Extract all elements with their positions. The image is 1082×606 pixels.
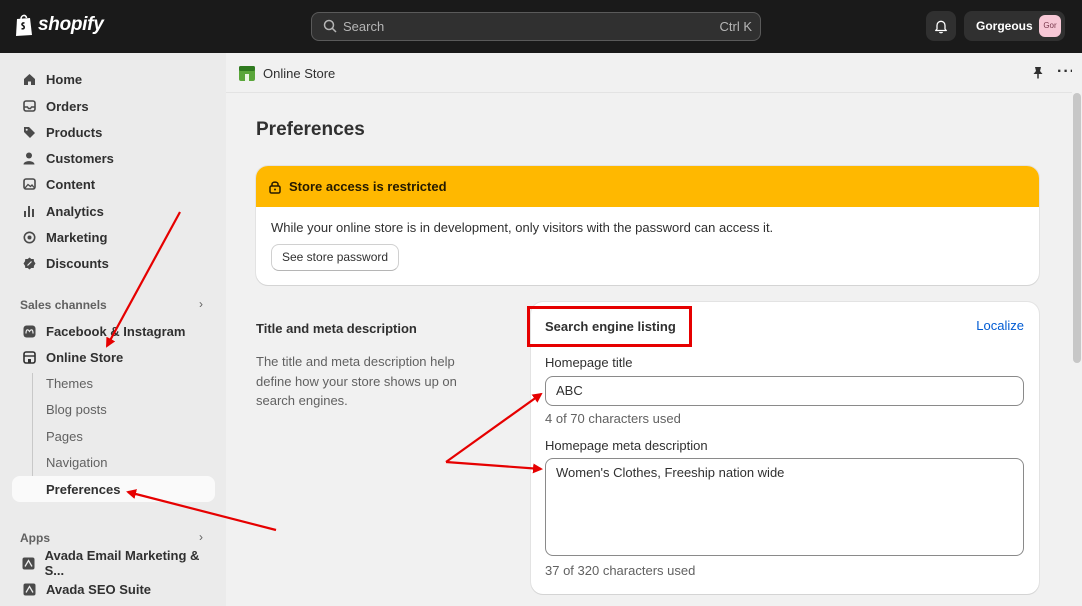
breadcrumb: Online Store ··· — [226, 53, 1075, 93]
section-description: The title and meta description help defi… — [256, 354, 457, 408]
avada-icon — [12, 557, 45, 570]
breadcrumb-label[interactable]: Online Store — [263, 66, 335, 81]
sales-channels-heading[interactable]: Sales channels — [20, 298, 107, 312]
sidebar-item-orders[interactable]: Orders — [12, 94, 215, 118]
sidebar-item-analytics[interactable]: Analytics — [12, 199, 215, 223]
chevron-right-icon[interactable]: › — [199, 297, 203, 311]
sidebar-item-avada-email[interactable]: Avada Email Marketing & S... — [12, 548, 215, 578]
sidebar-subitem-label: Preferences — [46, 481, 121, 497]
sidebar-item-marketing[interactable]: Marketing — [12, 225, 215, 249]
sidebar-item-customers[interactable]: Customers — [12, 146, 215, 170]
annotation-highlight-box — [527, 306, 692, 347]
sidebar-item-home[interactable]: Home — [12, 67, 215, 91]
sidebar-subitem-label: Navigation — [46, 454, 108, 470]
search-bar[interactable]: Search Ctrl K — [311, 12, 761, 41]
sidebar-subitem-themes[interactable]: Themes — [12, 371, 215, 395]
sidebar-subitem-preferences[interactable]: Preferences — [12, 476, 215, 502]
sidebar-item-label: Analytics — [46, 203, 104, 219]
apps-heading[interactable]: Apps — [20, 531, 50, 545]
sidebar-item-label: Discounts — [46, 255, 109, 271]
homepage-title-help: 4 of 70 characters used — [545, 411, 681, 426]
shopify-bag-icon — [16, 14, 32, 36]
store-icon — [12, 350, 46, 364]
store-menu-button[interactable]: Gorgeous Gor — [964, 11, 1065, 41]
store-name: Gorgeous — [976, 19, 1033, 33]
banner-body: While your online store is in developmen… — [271, 220, 774, 235]
sidebar-subitem-label: Pages — [46, 428, 83, 444]
sidebar-item-label: Online Store — [46, 349, 124, 365]
online-store-icon — [239, 66, 255, 81]
sidebar-item-label: Home — [46, 71, 83, 87]
localize-link[interactable]: Localize — [976, 318, 1024, 333]
tag-icon — [12, 126, 46, 139]
sidebar-item-online-store[interactable]: Online Store — [12, 345, 215, 369]
search-placeholder: Search — [343, 19, 385, 34]
pin-icon[interactable] — [1032, 66, 1044, 79]
sidebar-item-label: Avada SEO Suite — [46, 581, 151, 597]
sidebar-subitem-label: Themes — [46, 375, 93, 391]
page-title: Preferences — [256, 119, 365, 140]
sidebar-subitem-blog-posts[interactable]: Blog posts — [12, 397, 215, 421]
shopify-logo[interactable]: shopify — [14, 13, 104, 37]
meta-description-textarea[interactable]: Women's Clothes, Freeship nation wide — [545, 458, 1024, 556]
sidebar-subitem-navigation[interactable]: Navigation — [12, 450, 215, 474]
sidebar-item-label: Avada Email Marketing & S... — [44, 548, 200, 578]
meta-description-label: Homepage meta description — [545, 438, 708, 453]
section-title: Title and meta description — [256, 321, 417, 336]
store-access-banner: Store access is restricted While your on… — [256, 166, 1039, 285]
home-icon — [12, 73, 46, 86]
banner-header: Store access is restricted — [256, 166, 1039, 207]
scrollbar[interactable] — [1072, 53, 1082, 606]
see-store-password-button[interactable]: See store password — [271, 244, 400, 271]
sidebar: Home Orders Products Customers Content A… — [0, 53, 226, 606]
target-icon — [12, 231, 46, 244]
meta-description-help: 37 of 320 characters used — [545, 563, 696, 578]
top-bar: shopify Search Ctrl K Gorgeous Gor — [0, 0, 1082, 53]
store-avatar: Gor — [1039, 15, 1061, 37]
sidebar-item-label: Products — [46, 124, 103, 140]
sidebar-subitem-label: Blog posts — [46, 401, 107, 417]
avada-icon — [12, 583, 46, 596]
sidebar-item-discounts[interactable]: Discounts — [12, 251, 215, 275]
inbox-icon — [12, 100, 46, 112]
bell-icon — [935, 20, 947, 33]
sidebar-item-label: Content — [46, 176, 96, 192]
banner-title: Store access is restricted — [289, 179, 447, 194]
discount-icon — [12, 257, 46, 270]
sidebar-item-avada-seo[interactable]: Avada SEO Suite — [12, 577, 215, 601]
image-icon — [12, 178, 46, 190]
homepage-title-label: Homepage title — [545, 355, 633, 370]
sidebar-item-label: Orders — [46, 98, 89, 114]
person-icon — [12, 152, 46, 165]
notifications-button[interactable] — [926, 11, 956, 41]
arrow-to-meta-description — [445, 460, 543, 474]
sidebar-item-facebook-instagram[interactable]: Facebook & Instagram — [12, 319, 215, 343]
sidebar-subitem-pages[interactable]: Pages — [12, 424, 215, 448]
lock-icon — [269, 180, 281, 194]
sidebar-item-products[interactable]: Products — [12, 120, 215, 144]
logo-text: shopify — [38, 14, 104, 35]
scrollbar-thumb[interactable] — [1073, 93, 1081, 363]
sidebar-item-label: Customers — [46, 150, 114, 166]
meta-icon — [12, 325, 46, 338]
bar-chart-icon — [12, 205, 46, 217]
sidebar-item-label: Marketing — [46, 229, 108, 245]
search-icon — [323, 19, 337, 33]
sidebar-item-content[interactable]: Content — [12, 172, 215, 196]
search-shortcut: Ctrl K — [719, 19, 753, 34]
chevron-right-icon[interactable]: › — [199, 530, 203, 544]
sidebar-item-label: Facebook & Instagram — [46, 323, 186, 339]
homepage-title-input[interactable]: ABC — [545, 376, 1024, 406]
